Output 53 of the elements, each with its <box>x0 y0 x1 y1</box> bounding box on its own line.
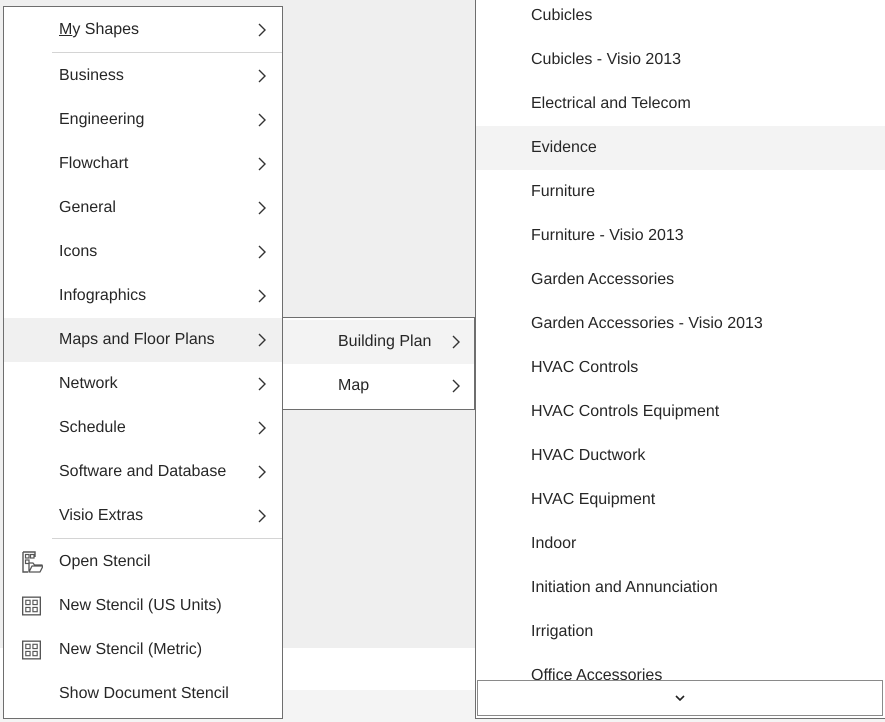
stencil-grid-icon <box>22 596 41 616</box>
chevron-right-icon <box>452 379 460 393</box>
stencil-item[interactable]: HVAC Controls <box>476 346 885 390</box>
menu-item[interactable]: My Shapes <box>4 8 282 52</box>
scroll-down-button[interactable] <box>477 680 883 716</box>
menu-item[interactable]: New Stencil (US Units) <box>4 584 282 628</box>
menu-item[interactable]: Icons <box>4 230 282 274</box>
menu-item[interactable]: Business <box>4 54 282 98</box>
menu-item[interactable]: Infographics <box>4 274 282 318</box>
stencil-item[interactable]: HVAC Ductwork <box>476 434 885 478</box>
menu-item[interactable]: New Stencil (Metric) <box>4 628 282 672</box>
chevron-right-icon <box>258 333 266 347</box>
stencil-item[interactable]: Indoor <box>476 522 885 566</box>
submenu-item[interactable]: Map <box>283 364 474 408</box>
menu-item[interactable]: Schedule <box>4 406 282 450</box>
stencil-item[interactable]: Office Accessories <box>476 654 885 680</box>
stencil-item[interactable]: HVAC Controls Equipment <box>476 390 885 434</box>
stencil-grid-icon <box>22 640 41 660</box>
stencil-folder-icon <box>22 551 43 573</box>
menu-item[interactable]: Open Stencil <box>4 540 282 584</box>
chevron-right-icon <box>258 289 266 303</box>
chevron-right-icon <box>258 69 266 83</box>
stencil-item[interactable]: Evidence <box>476 126 885 170</box>
stencil-item[interactable]: Furniture <box>476 170 885 214</box>
stencil-item[interactable]: Initiation and Annunciation <box>476 566 885 610</box>
menu-item[interactable]: Maps and Floor Plans <box>4 318 282 362</box>
stencil-item[interactable]: Electrical and Telecom <box>476 82 885 126</box>
chevron-right-icon <box>452 335 460 349</box>
chevron-right-icon <box>258 157 266 171</box>
chevron-right-icon <box>258 509 266 523</box>
menu-item[interactable]: Show Document Stencil <box>4 672 282 716</box>
menu-item[interactable]: Visio Extras <box>4 494 282 538</box>
stencil-item[interactable]: Cubicles - Visio 2013 <box>476 38 885 82</box>
chevron-right-icon <box>258 23 266 37</box>
menu-item[interactable]: Software and Database <box>4 450 282 494</box>
stencil-item[interactable]: Irrigation <box>476 610 885 654</box>
menu-item[interactable]: Engineering <box>4 98 282 142</box>
chevron-right-icon <box>258 245 266 259</box>
chevron-right-icon <box>258 421 266 435</box>
chevron-right-icon <box>258 465 266 479</box>
menu-item[interactable]: General <box>4 186 282 230</box>
menu-item[interactable]: Network <box>4 362 282 406</box>
stencil-item[interactable]: Cubicles <box>476 0 885 38</box>
chevron-right-icon <box>258 113 266 127</box>
stencil-item[interactable]: Garden Accessories <box>476 258 885 302</box>
menu-item[interactable]: Flowchart <box>4 142 282 186</box>
chevron-right-icon <box>258 377 266 391</box>
stencil-item[interactable]: Furniture - Visio 2013 <box>476 214 885 258</box>
stencil-item[interactable]: Garden Accessories - Visio 2013 <box>476 302 885 346</box>
chevron-down-icon <box>675 695 685 701</box>
submenu-item[interactable]: Building Plan <box>283 320 474 364</box>
chevron-right-icon <box>258 201 266 215</box>
stencil-item[interactable]: HVAC Equipment <box>476 478 885 522</box>
